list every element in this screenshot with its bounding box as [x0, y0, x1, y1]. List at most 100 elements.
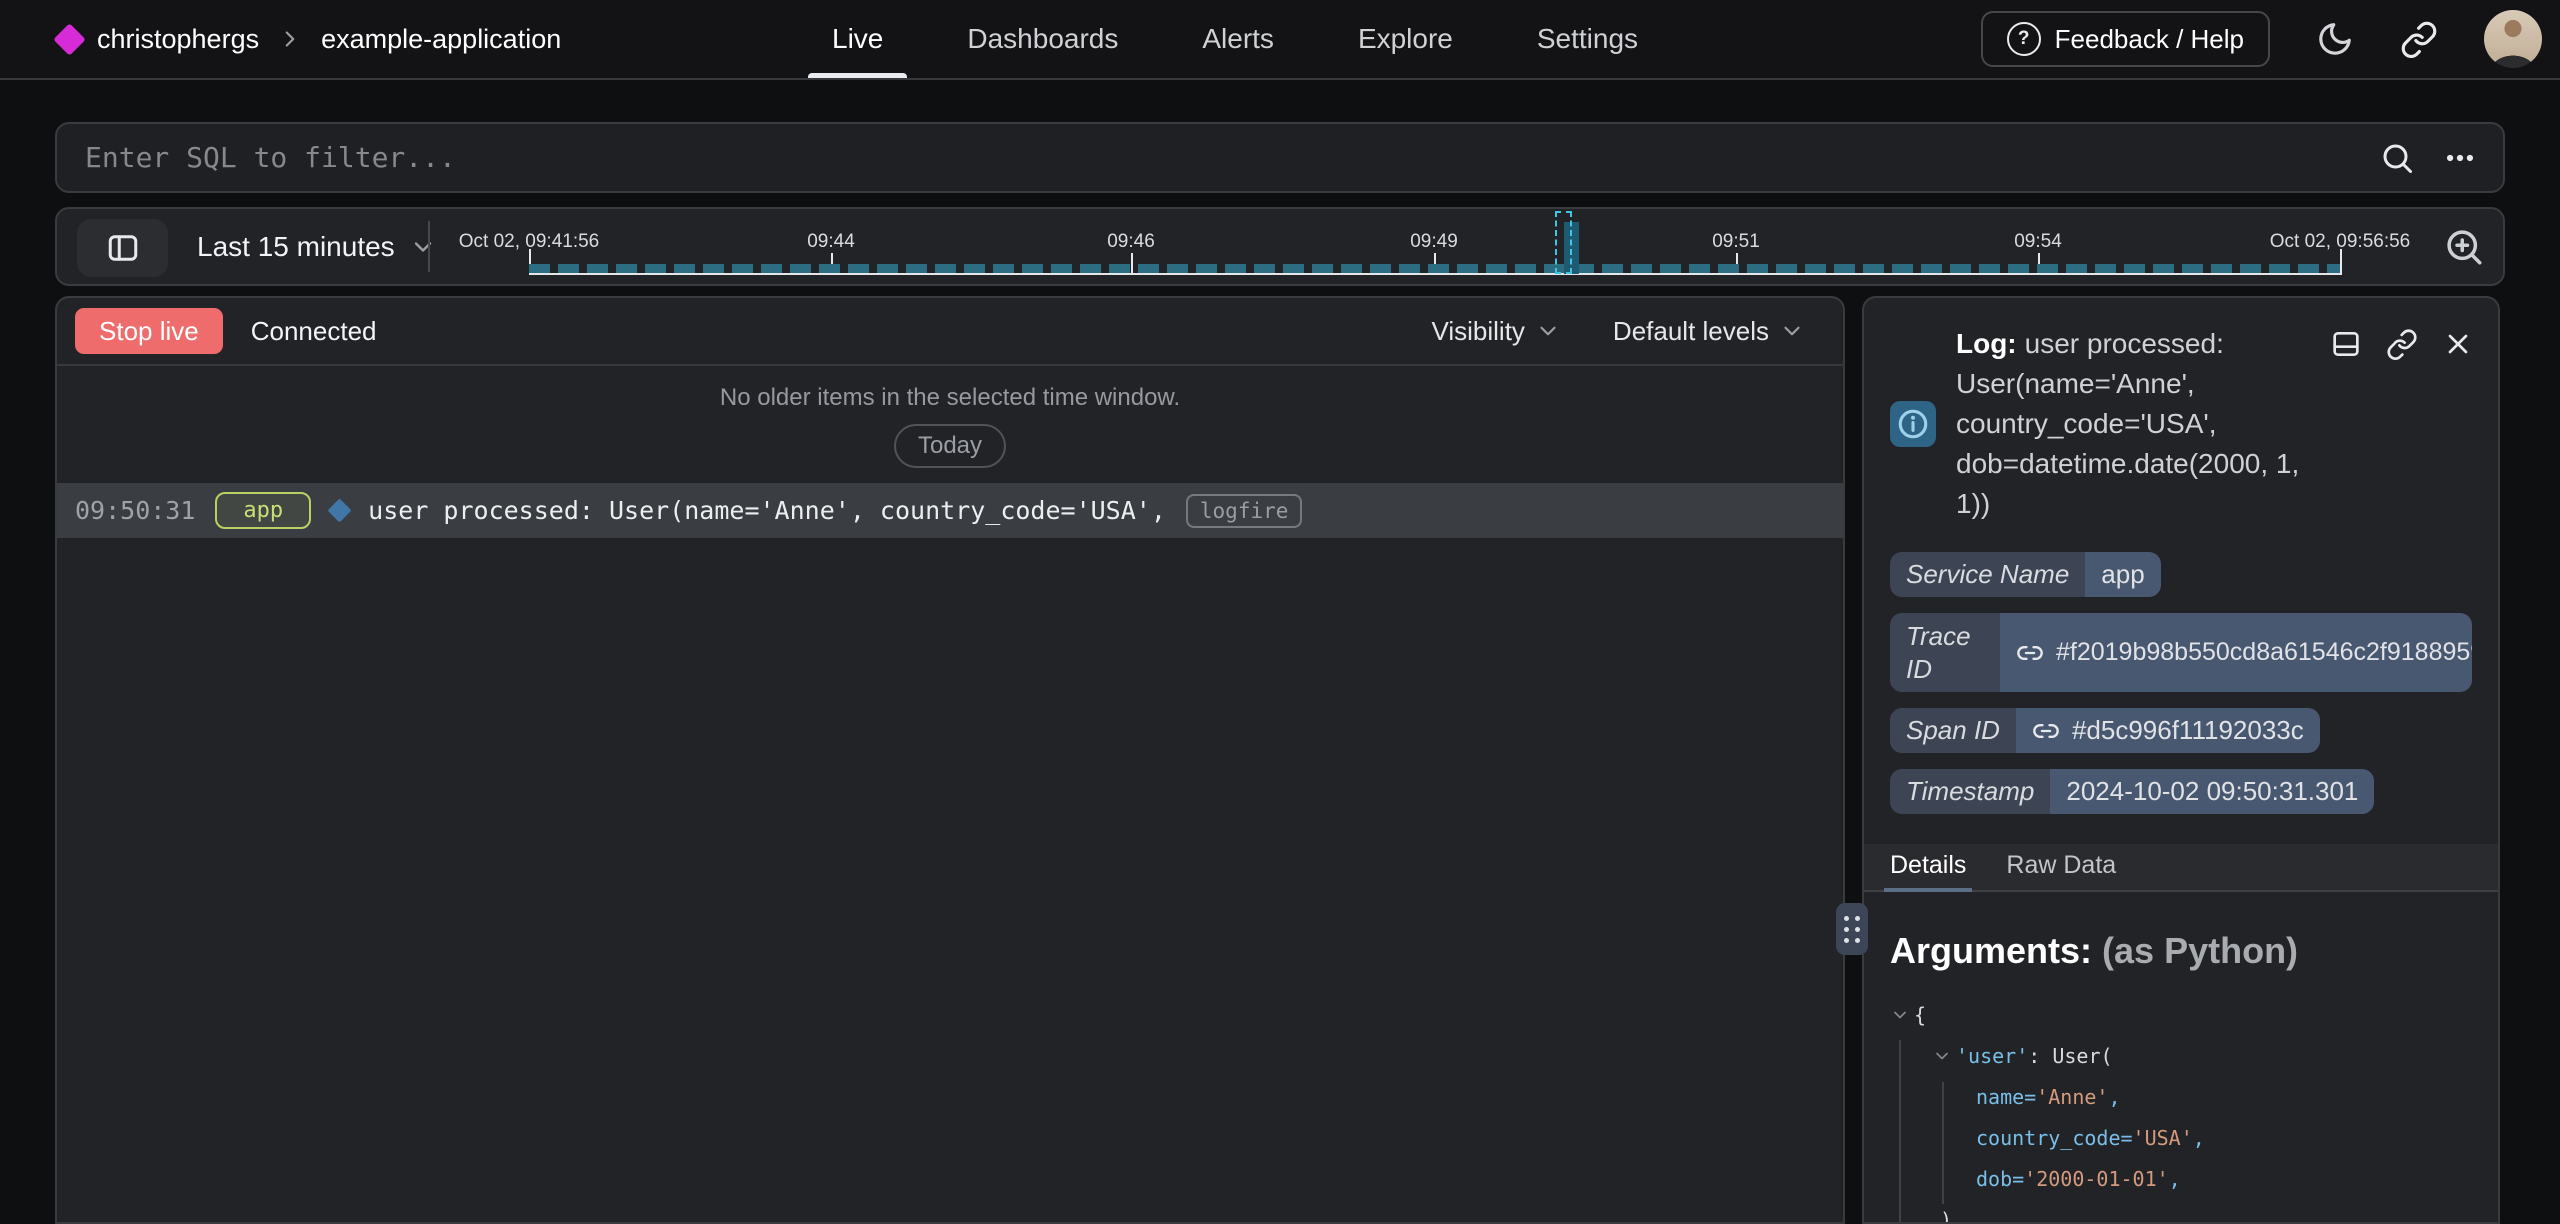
arguments-heading-label: Arguments:: [1890, 930, 2092, 971]
tab-raw-data[interactable]: Raw Data: [2006, 851, 2116, 890]
user-avatar[interactable]: [2484, 10, 2542, 68]
breadcrumb-org[interactable]: christophergs: [97, 24, 259, 55]
feedback-help-button[interactable]: ? Feedback / Help: [1981, 11, 2270, 67]
search-icon[interactable]: [2379, 140, 2415, 176]
detail-title-text: 1)): [1956, 484, 2396, 524]
timeline-tick-label: 09:51: [1712, 231, 1760, 253]
timeline-tick-label: 09:49: [1410, 231, 1458, 253]
log-row[interactable]: 09:50:31 app user processed: User(name='…: [57, 483, 1843, 538]
histogram-baseline: [529, 264, 2340, 273]
main-nav-tabs: Live Dashboards Alerts Explore Settings: [808, 0, 1662, 78]
log-detail-panel: Log:user processed: User(name='Anne', co…: [1862, 296, 2500, 1224]
question-icon: ?: [2007, 22, 2041, 56]
code-token: country_code=: [1976, 1126, 2133, 1150]
attribute-value: 2024-10-02 09:50:31.301: [2050, 769, 2374, 814]
attribute-trace-id: Trace ID #f2019b98b550cd8a61546c2f918895…: [1890, 613, 2472, 692]
code-token-group: 'user': User(: [1956, 1044, 2113, 1068]
code-token: dob=: [1976, 1167, 2024, 1191]
tab-live[interactable]: Live: [808, 0, 907, 78]
stop-live-button[interactable]: Stop live: [75, 308, 223, 354]
code-token: ,: [2193, 1126, 2205, 1150]
timeline-tick-label: 09:54: [2014, 231, 2062, 253]
sql-filter-input[interactable]: [83, 140, 2379, 175]
tab-explore[interactable]: Explore: [1334, 0, 1477, 78]
info-level-icon: [1890, 401, 1936, 447]
code-token: name=: [1976, 1085, 2036, 1109]
attribute-span-id: Span ID #d5c996f11192033c: [1890, 708, 2320, 753]
code-token: 'Anne': [2036, 1085, 2108, 1109]
live-log-panel: Stop live Connected Visibility Default l…: [55, 296, 1845, 1224]
close-icon[interactable]: [2442, 328, 2474, 360]
zoom-in-icon: [2443, 226, 2485, 268]
breadcrumb-project[interactable]: example-application: [321, 24, 561, 55]
link-icon[interactable]: [2032, 717, 2060, 745]
more-options-icon[interactable]: [2443, 141, 2477, 175]
attribute-value: #d5c996f11192033c: [2072, 715, 2304, 746]
attribute-value: #f2019b98b550cd8a61546c2f9188959f: [2056, 638, 2472, 667]
timeline-tick-label: 09:44: [807, 231, 855, 253]
attribute-badges: Service Name app Trace ID #f2019b98b550c…: [1890, 552, 2472, 814]
today-badge: Today: [894, 424, 1006, 468]
tab-settings[interactable]: Settings: [1513, 0, 1662, 78]
grip-dots-icon: [1844, 916, 1860, 943]
code-line: country_code='USA',: [1890, 1117, 2472, 1158]
visibility-label: Visibility: [1431, 316, 1524, 347]
timeline-tick-label: 09:46: [1107, 231, 1155, 253]
attribute-label: Timestamp: [1890, 769, 2050, 814]
collapse-chevron-icon[interactable]: [1932, 1046, 1952, 1066]
connection-status: Connected: [251, 316, 377, 347]
attribute-value: app: [2085, 552, 2160, 597]
sql-filter-bar: [55, 122, 2505, 193]
theme-toggle-button[interactable]: [2316, 20, 2354, 58]
attribute-label: Trace ID: [1890, 613, 2000, 692]
code-token-group: dob='2000-01-01',: [1976, 1167, 2181, 1191]
code-token-group: name='Anne',: [1976, 1085, 2121, 1109]
collapse-chevron-icon[interactable]: [1890, 1005, 1910, 1025]
arguments-code-block: { 'user': User( name='Anne', country_cod…: [1890, 994, 2472, 1224]
detail-header: Log:user processed: User(name='Anne', co…: [1890, 324, 2472, 524]
default-levels-label: Default levels: [1613, 316, 1769, 347]
attribute-service-name: Service Name app: [1890, 552, 2161, 597]
share-link-button[interactable]: [2400, 20, 2438, 58]
time-range-bar: Last 15 minutes Oct 02, 09:41:56 09:44 0…: [55, 207, 2505, 286]
timeline-chart[interactable]: Oct 02, 09:41:56 09:44 09:46 09:49 09:51…: [57, 209, 2503, 284]
code-line: ),: [1890, 1199, 2472, 1224]
code-token: 'USA': [2133, 1126, 2193, 1150]
code-token-group: country_code='USA',: [1976, 1126, 2205, 1150]
copy-link-icon[interactable]: [2386, 328, 2418, 360]
detail-title-text: user processed:: [2025, 328, 2224, 359]
tab-alerts[interactable]: Alerts: [1178, 0, 1298, 78]
code-token: User(: [2052, 1044, 2112, 1068]
tab-dashboards[interactable]: Dashboards: [943, 0, 1142, 78]
service-badge: app: [215, 492, 311, 529]
breadcrumb: christophergs example-application: [58, 0, 561, 78]
code-token: '2000-01-01': [2024, 1167, 2169, 1191]
topbar-actions: ? Feedback / Help: [1981, 0, 2542, 78]
timeline-tick: [2340, 249, 2342, 275]
empty-window-message: No older items in the selected time wind…: [57, 384, 1843, 412]
detail-title-text: dob=datetime.date(2000, 1,: [1956, 444, 2396, 484]
log-time: 09:50:31: [75, 496, 195, 525]
split-view-icon[interactable]: [2330, 328, 2362, 360]
logfire-logo-icon[interactable]: [53, 23, 86, 56]
attribute-label: Service Name: [1890, 552, 2085, 597]
top-navigation-bar: christophergs example-application Live D…: [0, 0, 2560, 80]
detail-title-text: User(name='Anne',: [1956, 364, 2396, 404]
zoom-in-button[interactable]: [2437, 209, 2491, 284]
attribute-label: Span ID: [1890, 708, 2016, 753]
visibility-dropdown[interactable]: Visibility: [1425, 315, 1566, 348]
link-icon[interactable]: [2016, 639, 2044, 667]
timeline-axis: [529, 273, 2342, 275]
detail-title-text: country_code='USA',: [1956, 404, 2396, 444]
live-toolbar: Stop live Connected Visibility Default l…: [57, 298, 1843, 366]
chevron-down-icon: [1535, 318, 1561, 344]
attribute-timestamp: Timestamp 2024-10-02 09:50:31.301: [1890, 769, 2374, 814]
code-token: 'user': [1956, 1044, 2028, 1068]
default-levels-dropdown[interactable]: Default levels: [1607, 315, 1811, 348]
panel-resize-handle[interactable]: [1836, 903, 1868, 955]
chevron-right-icon: [277, 26, 303, 52]
tab-details[interactable]: Details: [1890, 851, 1966, 890]
arguments-heading: Arguments: (as Python): [1890, 930, 2472, 972]
code-line: name='Anne',: [1890, 1076, 2472, 1117]
arguments-heading-sub: (as Python): [2102, 930, 2298, 971]
